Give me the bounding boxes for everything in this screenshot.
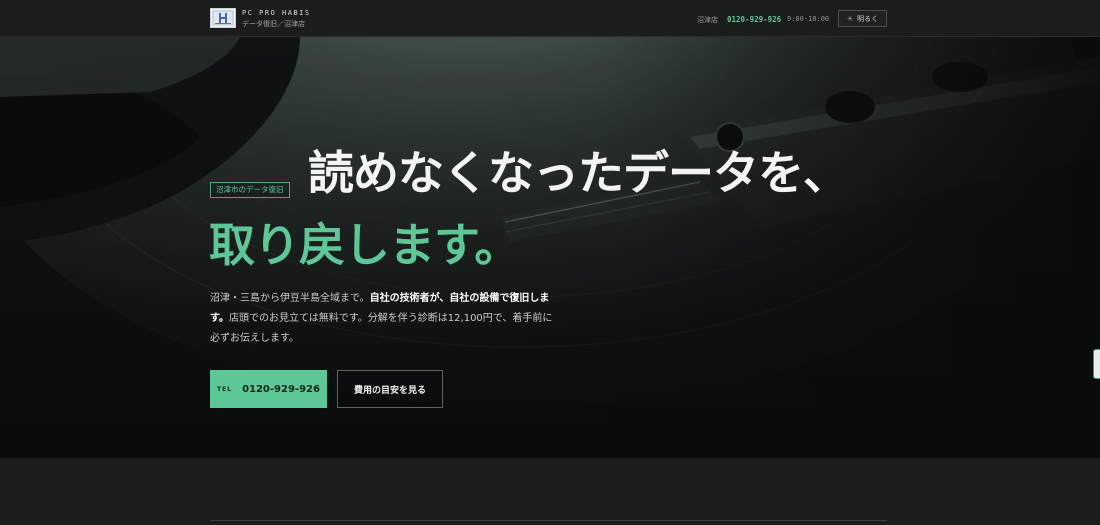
theme-toggle-button[interactable]: ☀ 明るく — [838, 10, 887, 27]
view-price-button[interactable]: 費用の目安を見る — [337, 370, 443, 408]
brand-name[interactable]: PC PRO HABIS — [242, 9, 311, 17]
brand-subtitle: データ復旧／沼津店 — [242, 20, 305, 28]
logo[interactable] — [210, 8, 236, 28]
hero-section: 沼津市のデータ復旧 読めなくなったデータを、 取り戻します。 沼津・三島から伊豆… — [0, 37, 1100, 458]
logo-mark-icon — [212, 10, 234, 26]
hero-description: 沼津・三島から伊豆半島全域まで。自社の技術者が、自社の設備で復旧します。店頭での… — [210, 289, 560, 349]
description-part3: 店頭でのお見立ては無料です。分解を伴う診断は12,100円で、着手前に必ずお伝え… — [210, 313, 553, 344]
business-hours: 9:00-18:00 — [787, 15, 830, 23]
tel-label: TEL — [217, 385, 233, 393]
hero-tag: 沼津市のデータ復旧 — [210, 182, 290, 198]
hard-drive-image — [0, 37, 1100, 458]
tel-number: 0120-929-926 — [242, 383, 320, 395]
description-part1: 沼津・三島から伊豆半島全域まで。 — [210, 293, 370, 304]
site-header: PC PRO HABIS データ復旧／沼津店 沼津店 0120-929-926 … — [0, 0, 1100, 37]
section-divider — [210, 520, 887, 521]
tel-button[interactable]: TEL 0120-929-926 — [210, 370, 327, 408]
store-name: 沼津店 — [697, 16, 718, 24]
theme-toggle-label: 明るく — [857, 14, 879, 23]
header-phone-link[interactable]: 0120-929-926 — [727, 15, 781, 24]
side-widget-tab[interactable] — [1093, 349, 1100, 379]
hero-headline-line1: 読めなくなったデータを、 — [308, 146, 849, 200]
hero-headline-line2: 取り戻します。 — [209, 218, 520, 272]
sun-icon: ☀ — [846, 14, 854, 23]
